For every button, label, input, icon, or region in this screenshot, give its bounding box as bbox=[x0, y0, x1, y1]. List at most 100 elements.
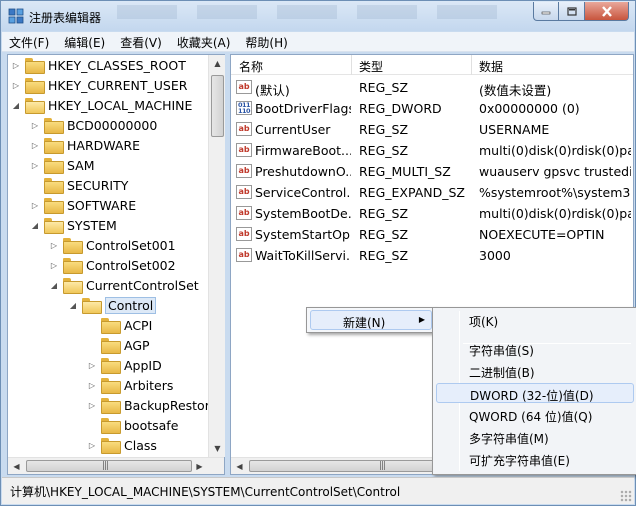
expand-arrow-icon[interactable]: ▷ bbox=[11, 80, 21, 90]
menu-file[interactable]: 文件(F) bbox=[2, 32, 57, 52]
submenu-item[interactable]: 字符串值(S) bbox=[436, 339, 634, 359]
no-children-spacer bbox=[87, 420, 97, 430]
column-divider[interactable] bbox=[471, 55, 472, 75]
tree-item[interactable]: bootsafe bbox=[87, 415, 178, 435]
value-row[interactable]: ab CurrentUser REG_SZ USERNAME bbox=[231, 119, 633, 140]
tree-item[interactable]: ACPI bbox=[87, 315, 152, 335]
scroll-down-arrow-icon[interactable]: ▼ bbox=[209, 440, 226, 457]
value-data: 3000 bbox=[479, 248, 511, 263]
title-bar[interactable]: 注册表编辑器 bbox=[1, 1, 635, 31]
expand-arrow-icon[interactable]: ▷ bbox=[87, 400, 97, 410]
tree-item[interactable]: ▷ BCD00000000 bbox=[30, 115, 157, 135]
tree-item[interactable]: ▷ AppID bbox=[87, 355, 162, 375]
tree-item[interactable]: ▷ ControlSet001 bbox=[49, 235, 176, 255]
resize-grip-icon[interactable] bbox=[620, 490, 632, 502]
tree-item[interactable]: ▷ Class bbox=[87, 435, 157, 455]
tree-item-label: Control bbox=[105, 296, 157, 314]
maximize-button[interactable] bbox=[559, 2, 585, 21]
grip-icon: ||| bbox=[379, 461, 386, 471]
tree-item[interactable]: ▷ HARDWARE bbox=[30, 135, 140, 155]
tree-hscroll-thumb[interactable] bbox=[26, 460, 192, 472]
binary-value-icon: 011 110 bbox=[236, 101, 252, 115]
folder-open-icon bbox=[44, 218, 64, 234]
tree-item-label: HKEY_LOCAL_MACHINE bbox=[48, 97, 193, 113]
scroll-left-arrow-icon[interactable]: ◀ bbox=[8, 458, 25, 475]
submenu-item-label: QWORD (64 位)值(Q) bbox=[469, 410, 593, 424]
expand-arrow-icon[interactable]: ▷ bbox=[11, 60, 21, 70]
tree-item[interactable]: ▷ SOFTWARE bbox=[30, 195, 136, 215]
tree-item[interactable]: ◢ HKEY_LOCAL_MACHINE bbox=[11, 95, 192, 115]
expand-arrow-icon[interactable]: ▷ bbox=[30, 160, 40, 170]
scroll-up-arrow-icon[interactable]: ▲ bbox=[209, 55, 226, 72]
expand-arrow-icon[interactable]: ▷ bbox=[87, 440, 97, 450]
tree-item[interactable]: ▷ BackupRestore bbox=[87, 395, 208, 415]
value-row[interactable]: ab (默认) REG_SZ (数值未设置) bbox=[231, 77, 633, 98]
tree-item[interactable]: ◢ SYSTEM bbox=[30, 215, 117, 235]
key-tree: ▷ HKEY_CLASSES_ROOT ▷ HKEY_CURRENT_USER ◢ HKE… bbox=[8, 55, 208, 457]
menu-favorites[interactable]: 收藏夹(A) bbox=[170, 32, 239, 52]
key-tree-pane[interactable]: ▷ HKEY_CLASSES_ROOT ▷ HKEY_CURRENT_USER ◢ HKE… bbox=[7, 54, 225, 475]
expand-arrow-icon[interactable]: ▷ bbox=[87, 360, 97, 370]
column-type-header[interactable]: 类型 bbox=[359, 58, 383, 75]
tree-item-label: SECURITY bbox=[67, 177, 129, 193]
column-name-header[interactable]: 名称 bbox=[239, 58, 263, 75]
tree-item[interactable]: ◢ Control bbox=[68, 295, 157, 315]
value-row[interactable]: abSystemStartOp... REG_SZ NOEXECUTE=OPTIN bbox=[231, 224, 633, 245]
scroll-left-arrow-icon[interactable]: ◀ bbox=[231, 458, 248, 475]
value-row[interactable]: ab FirmwareBoot... REG_SZ multi(0)disk(0)rd… bbox=[231, 140, 633, 161]
column-divider[interactable] bbox=[351, 55, 352, 75]
value-type: REG_SZ bbox=[359, 80, 409, 95]
tree-item-label: AppID bbox=[124, 357, 162, 373]
menu-view[interactable]: 查看(V) bbox=[113, 32, 170, 52]
submenu-item[interactable]: 项(K) bbox=[436, 310, 634, 330]
value-type: REG_DWORD bbox=[359, 101, 442, 116]
folder-icon bbox=[101, 358, 121, 374]
expand-arrow-icon[interactable]: ▷ bbox=[30, 140, 40, 150]
collapse-arrow-icon[interactable]: ◢ bbox=[68, 300, 78, 310]
value-row[interactable]: ab SystemBootDe... REG_SZ multi(0)disk(0)rd… bbox=[231, 203, 633, 224]
submenu-item[interactable]: 可扩充字符串值(E) bbox=[436, 449, 634, 469]
submenu-item[interactable]: QWORD (64 位)值(Q) bbox=[436, 405, 634, 425]
minimize-button[interactable] bbox=[533, 2, 559, 21]
folder-icon bbox=[101, 318, 121, 334]
tree-item-label: SAM bbox=[67, 157, 95, 173]
collapse-arrow-icon[interactable]: ◢ bbox=[49, 280, 59, 290]
value-row[interactable]: ab PreshutdownO... REG_MULTI_SZ wuauserv gp… bbox=[231, 161, 633, 182]
tree-vertical-scrollbar[interactable]: ▲ ▼ bbox=[208, 55, 225, 457]
expand-arrow-icon[interactable]: ▷ bbox=[30, 120, 40, 130]
tree-item[interactable]: SECURITY bbox=[30, 175, 128, 195]
value-row[interactable]: 011 110 BootDriverFlags REG_DWORD 0x00000000… bbox=[231, 98, 633, 119]
submenu-item[interactable]: 多字符串值(M) bbox=[436, 427, 634, 447]
tree-item[interactable]: ▷ ControlSet002 bbox=[49, 255, 176, 275]
collapse-arrow-icon[interactable]: ◢ bbox=[11, 100, 21, 110]
expand-arrow-icon[interactable]: ▷ bbox=[87, 380, 97, 390]
close-button[interactable] bbox=[585, 2, 629, 21]
tree-scroll-thumb[interactable] bbox=[211, 75, 224, 137]
collapse-arrow-icon[interactable]: ◢ bbox=[30, 220, 40, 230]
regedit-window: 注册表编辑器 文件(F) 编辑(E) 查看(V) 收藏夹(A) 帮助(H) ▷ H… bbox=[0, 0, 636, 506]
column-data-header[interactable]: 数据 bbox=[479, 58, 503, 75]
tree-item[interactable]: ▷ SAM bbox=[30, 155, 95, 175]
tree-item-label: SYSTEM bbox=[67, 217, 117, 233]
tree-item[interactable]: ▷ HKEY_CURRENT_USER bbox=[11, 75, 187, 95]
tree-item[interactable]: ▷ HKEY_CLASSES_ROOT bbox=[11, 55, 186, 75]
tree-item-label: ControlSet001 bbox=[86, 237, 176, 253]
submenu-item[interactable]: 二进制值(B) bbox=[436, 361, 634, 381]
expand-arrow-icon[interactable]: ▷ bbox=[49, 260, 59, 270]
value-row[interactable]: ab WaitToKillServi... REG_SZ 3000 bbox=[231, 245, 633, 266]
expand-arrow-icon[interactable]: ▷ bbox=[49, 240, 59, 250]
menu-help[interactable]: 帮助(H) bbox=[238, 32, 295, 52]
folder-icon bbox=[44, 138, 64, 154]
tree-item[interactable]: AGP bbox=[87, 335, 150, 355]
expand-arrow-icon[interactable]: ▷ bbox=[30, 200, 40, 210]
tree-horizontal-scrollbar[interactable]: ◀ ||| ▶ bbox=[8, 457, 224, 474]
value-row[interactable]: ab ServiceControl... REG_EXPAND_SZ %systemr… bbox=[231, 182, 633, 203]
new-submenu: 项(K) 字符串值(S) 二进制值(B) DWORD (32-位)值(D) QWORD … bbox=[432, 307, 636, 475]
value-data: wuauserv gpsvc trustedinstaller bbox=[479, 164, 631, 179]
menu-new[interactable]: 新建(N) ▶ bbox=[310, 310, 432, 330]
scroll-right-arrow-icon[interactable]: ▶ bbox=[191, 458, 208, 475]
tree-item[interactable]: ◢ CurrentControlSet bbox=[49, 275, 199, 295]
tree-item[interactable]: ▷ Arbiters bbox=[87, 375, 173, 395]
menu-edit[interactable]: 编辑(E) bbox=[57, 32, 113, 52]
submenu-item[interactable]: DWORD (32-位)值(D) bbox=[436, 383, 634, 403]
